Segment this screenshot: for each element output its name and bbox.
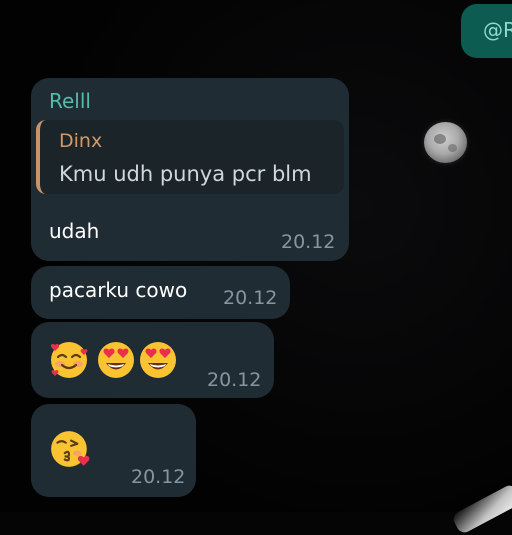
moon-image [424, 122, 467, 163]
quoted-reply[interactable]: Dinx Kmu udh punya pcr blm [36, 120, 344, 194]
quoted-message-text: Kmu udh punya pcr blm [59, 162, 312, 186]
message-timestamp: 20.12 [131, 466, 186, 488]
quoted-sender-name: Dinx [59, 130, 103, 152]
message-timestamp: 20.12 [207, 369, 262, 391]
message-timestamp: 20.12 [223, 287, 278, 309]
outgoing-message-bubble[interactable]: @R [461, 4, 512, 58]
message-bubble[interactable]: Relll Dinx Kmu udh punya pcr blm udah 20… [31, 78, 349, 261]
message-bubble[interactable]: 20.12 [31, 322, 274, 398]
message-bubble[interactable]: pacarku cowo 20.12 [31, 266, 290, 319]
message-bubble[interactable]: 20.12 [31, 404, 196, 497]
heart-eyes-emoji [98, 342, 134, 378]
heart-eyes-emoji [140, 342, 176, 378]
outgoing-message-text: @R [483, 18, 512, 42]
face-blowing-kiss-emoji [51, 431, 90, 467]
sender-name[interactable]: Relll [49, 89, 91, 113]
message-timestamp: 20.12 [281, 231, 336, 253]
message-text: udah [49, 219, 100, 243]
message-text: pacarku cowo [49, 278, 188, 302]
smiling-face-with-hearts-emoji [50, 342, 88, 378]
